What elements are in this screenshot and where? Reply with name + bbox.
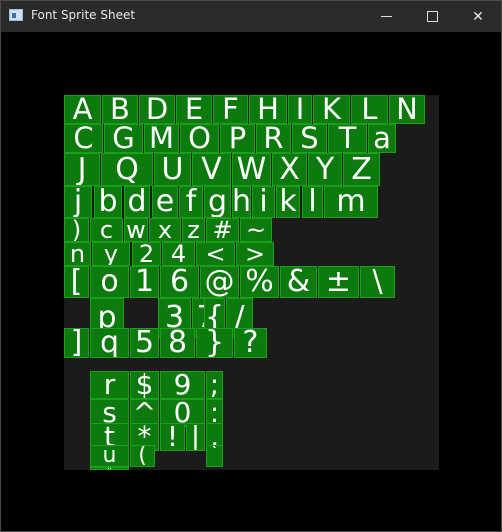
glyph-tile: 4 — [162, 242, 195, 266]
glyph-tile: n — [64, 242, 91, 266]
glyph-tile: x — [149, 218, 181, 242]
glyph-tile: m — [324, 186, 378, 218]
glyph-tile: H — [249, 95, 287, 124]
glyph-tile: 9 — [160, 371, 205, 399]
glyph-tile: [ — [64, 266, 89, 298]
glyph-tile: F — [213, 95, 248, 124]
glyph-tile: Z — [343, 153, 380, 186]
glyph-tile: ! — [160, 423, 185, 451]
glyph-tile: C — [64, 124, 103, 153]
maximize-button[interactable] — [409, 1, 455, 32]
glyph-tile: | — [186, 423, 205, 451]
glyph-tile: } — [196, 328, 233, 358]
glyph-tile: > — [236, 242, 274, 266]
glyph-tile: ( — [130, 445, 155, 467]
client-area: A B D E F H I K L N C G M O P R S Ta J Q U V W X Y Zj b d e f g h i k l m) c… — [1, 32, 501, 531]
glyph-tile: G — [104, 124, 143, 153]
glyph-tile: D — [139, 95, 175, 124]
glyph-tile: Q — [101, 153, 153, 186]
glyph-tile: X — [272, 153, 307, 186]
glyph-tile: J — [64, 153, 100, 186]
glyph-tile: ) — [64, 218, 89, 242]
glyph-tile: P — [220, 124, 255, 153]
glyph-tile: d — [124, 186, 150, 218]
glyph-tile: \ — [360, 266, 395, 298]
glyph-tile: R — [256, 124, 291, 153]
glyph-tile: ~ — [240, 218, 272, 242]
minimize-button[interactable] — [363, 1, 409, 32]
glyph-tile: & — [280, 266, 317, 298]
glyph-tile: w — [124, 218, 148, 242]
glyph-tile: q — [90, 328, 129, 358]
glyph-tile: r — [90, 371, 129, 399]
glyph-tile: E — [176, 95, 212, 124]
glyph-tile: Y — [308, 153, 342, 186]
glyph-tile: ? — [234, 328, 267, 358]
title-bar[interactable]: Font Sprite Sheet ✕ — [1, 1, 501, 32]
glyph-tile: 8 — [160, 328, 195, 358]
sprite-sheet: A B D E F H I K L N C G M O P R S Ta J Q U V W X Y Zj b d e f g h i k l m) c… — [64, 95, 439, 470]
glyph-tile: U — [154, 153, 191, 186]
glyph-tile: % — [240, 266, 279, 298]
glyph-tile: u — [90, 445, 129, 467]
glyph-tile: e — [152, 186, 178, 218]
glyph-tile: W — [232, 153, 271, 186]
close-button[interactable]: ✕ — [455, 1, 501, 32]
glyph-tile: i — [252, 186, 275, 218]
glyph-tile: V — [192, 153, 231, 186]
app-icon — [9, 9, 23, 21]
glyph-tile: S — [292, 124, 327, 153]
glyph-tile: z — [182, 218, 205, 242]
minimize-icon — [380, 16, 392, 17]
glyph-tile: 6 — [160, 266, 199, 298]
glyph-tile: o — [90, 266, 129, 298]
glyph-tile: B — [102, 95, 138, 124]
glyph-tile: I — [288, 95, 312, 124]
glyph-tile: b — [94, 186, 122, 218]
glyph-tile: ± — [318, 266, 359, 298]
glyph-tile: 2 — [132, 242, 161, 266]
glyph-tile: a — [368, 124, 396, 153]
glyph-tile: M — [144, 124, 179, 153]
glyph-tile: < — [196, 242, 235, 266]
glyph-tile: $ — [130, 371, 159, 399]
glyph-tile: T — [328, 124, 367, 153]
glyph-tile: f — [179, 186, 203, 218]
glyph-tile: ] — [64, 328, 89, 358]
glyph-tile: g — [204, 186, 231, 218]
glyph-tile: l — [302, 186, 323, 218]
glyph-tile: v — [90, 467, 129, 470]
glyph-tile: @ — [200, 266, 239, 298]
glyph-tile: h — [232, 186, 251, 218]
app-window: Font Sprite Sheet ✕ ABDEFHIKLN CGMOPRSTa J… — [0, 0, 502, 532]
glyph-tile: K — [313, 95, 350, 124]
glyph-tile: A — [64, 95, 101, 124]
glyph-tile: c — [90, 218, 123, 242]
close-icon: ✕ — [472, 8, 484, 25]
glyph-tile: ; — [206, 371, 223, 399]
window-title: Font Sprite Sheet — [31, 8, 136, 22]
glyph-tile: y — [92, 242, 130, 266]
glyph-tile: N — [389, 95, 425, 124]
glyph-tile: ` — [206, 445, 223, 467]
glyph-tile: k — [276, 186, 300, 218]
glyph-tile: 1 — [130, 266, 159, 298]
glyph-tile: j — [64, 186, 92, 218]
glyph-tile: O — [180, 124, 219, 153]
glyph-tile: # — [206, 218, 239, 242]
maximize-icon — [426, 11, 438, 22]
glyph-tile: 5 — [130, 328, 159, 358]
glyph-tile: L — [351, 95, 388, 124]
